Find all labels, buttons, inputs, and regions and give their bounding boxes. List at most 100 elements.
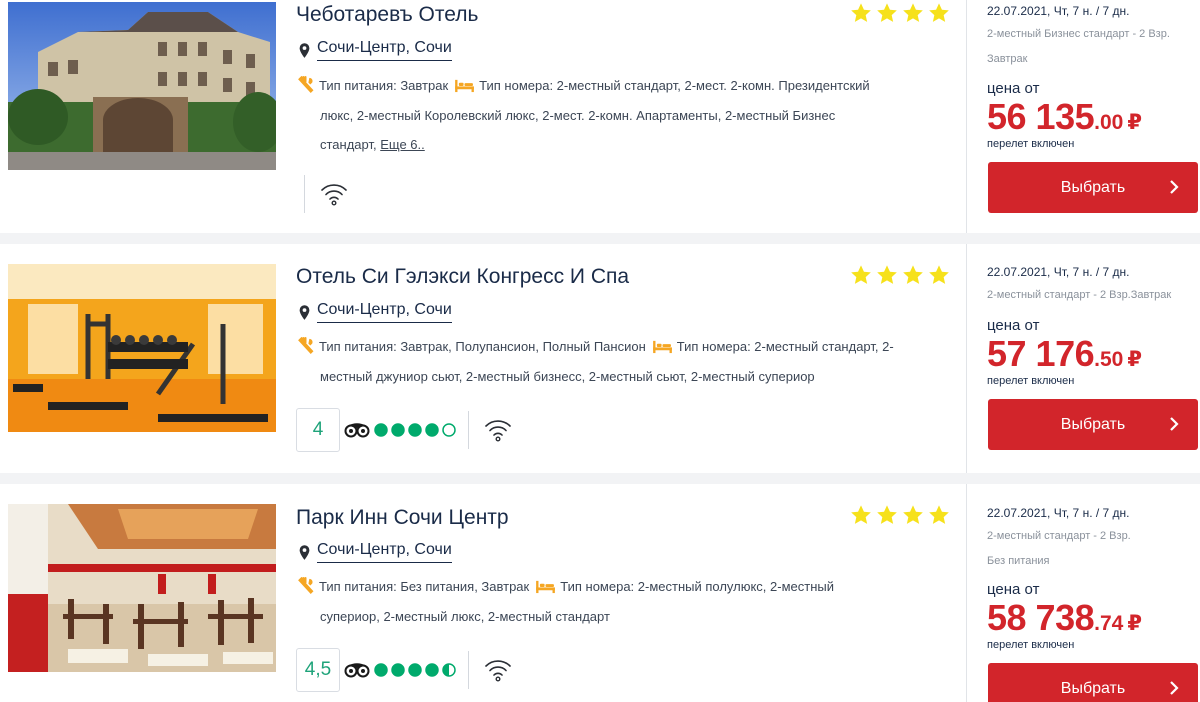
star-icon <box>928 264 950 286</box>
select-button-label: Выбрать <box>1060 178 1126 196</box>
room-type-list: Тип номера: 2-местный полулюкс, 2-местны… <box>560 579 834 594</box>
hotel-location[interactable]: Сочи-Центр, Сочи <box>298 301 452 323</box>
tour-date: 22.07.2021, Чт, 7 н. / 7 дн. <box>987 506 1130 520</box>
room-type-list-cont: местный джуниор сьют, 2-местный бизнесс,… <box>320 368 815 384</box>
room-type-list-cont: супериор, 2-местный люкс, 2-местный стан… <box>320 608 610 624</box>
star-icon <box>928 2 950 24</box>
meal-type: Тип питания: Завтрак, Полупансион, Полны… <box>319 339 646 354</box>
hotel-name[interactable]: Чеботаревъ Отель <box>296 3 478 27</box>
room-type-list: Тип номера: 2-местный стандарт, 2-мест. … <box>479 78 870 93</box>
rating-bubble <box>391 663 405 677</box>
location-pin-icon <box>298 42 311 59</box>
star-icon <box>850 504 872 526</box>
hotel-card: Парк Инн Сочи Центр Сочи-Центр, Сочи Тип… <box>0 484 1200 702</box>
select-button-label: Выбрать <box>1060 679 1126 697</box>
hotel-name[interactable]: Отель Си Гэлэкси Конгресс И Спа <box>296 265 629 289</box>
rating-bubble <box>374 423 388 437</box>
hotel-photo[interactable] <box>8 504 276 672</box>
price-cents: .00 <box>1094 111 1124 134</box>
star-icon <box>850 2 872 24</box>
rating-bubble <box>425 663 439 677</box>
meal-short: Без питания <box>987 555 1050 567</box>
price-cents: .74 <box>1094 612 1124 635</box>
price: 56 135.00 ₽ <box>987 96 1142 138</box>
star-rating <box>850 2 950 24</box>
rating-bubble <box>442 663 456 677</box>
select-button[interactable]: Выбрать <box>988 399 1198 450</box>
select-button[interactable]: Выбрать <box>988 162 1198 213</box>
chevron-right-icon <box>1166 680 1182 696</box>
meal-type: Тип питания: Без питания, Завтрак <box>319 579 530 594</box>
room-type-list-cont: люкс, 2-местный Королевский люкс, 2-мест… <box>320 107 836 123</box>
amenities-bar: 4,5 <box>296 648 513 692</box>
amenities-bar: 4 <box>296 408 513 452</box>
rating-bubble <box>408 423 422 437</box>
price: 57 176.50 ₽ <box>987 333 1142 375</box>
price-main: 56 135 <box>987 96 1095 137</box>
star-icon <box>902 2 924 24</box>
rating-bubble <box>391 423 405 437</box>
currency-symbol: ₽ <box>1127 612 1142 635</box>
rating-bubble <box>442 423 456 437</box>
location-text[interactable]: Сочи-Центр, Сочи <box>317 301 452 323</box>
select-button[interactable]: Выбрать <box>988 663 1198 702</box>
rating-bubble <box>425 423 439 437</box>
bed-icon <box>454 78 475 93</box>
currency-symbol: ₽ <box>1127 348 1142 371</box>
tripadvisor-owl-icon <box>344 422 370 438</box>
star-icon <box>850 264 872 286</box>
amenities-bar <box>296 174 349 214</box>
select-button-label: Выбрать <box>1060 415 1126 433</box>
chevron-right-icon <box>1166 416 1182 432</box>
hotel-card: Отель Си Гэлэкси Конгресс И Спа Сочи-Цен… <box>0 244 1200 473</box>
price-panel: 22.07.2021, Чт, 7 н. / 7 дн. 2-местный Б… <box>966 0 1200 233</box>
rating-bubble <box>374 663 388 677</box>
tripadvisor-bubbles <box>374 663 456 677</box>
hotel-details: Тип питания: Завтрак, Полупансион, Полны… <box>298 332 950 391</box>
fork-knife-icon <box>298 76 315 93</box>
star-icon <box>876 264 898 286</box>
location-text[interactable]: Сочи-Центр, Сочи <box>317 39 452 61</box>
fork-knife-icon <box>298 337 315 354</box>
meal-short: Завтрак <box>987 53 1028 65</box>
price-panel: 22.07.2021, Чт, 7 н. / 7 дн. 2-местный с… <box>966 244 1200 473</box>
tripadvisor-owl-icon <box>344 662 370 678</box>
hotel-photo[interactable] <box>8 2 276 170</box>
flight-included: перелет включен <box>987 375 1075 387</box>
price-panel: 22.07.2021, Чт, 7 н. / 7 дн. 2-местный с… <box>966 484 1200 702</box>
location-pin-icon <box>298 544 311 561</box>
room-type: 2-местный стандарт - 2 Взр.Завтрак <box>987 289 1172 301</box>
tour-date: 22.07.2021, Чт, 7 н. / 7 дн. <box>987 4 1130 18</box>
wifi-icon <box>483 655 513 685</box>
location-pin-icon <box>298 304 311 321</box>
star-icon <box>876 504 898 526</box>
flight-included: перелет включен <box>987 639 1075 651</box>
price-from-label: цена от <box>987 581 1040 598</box>
hotel-name[interactable]: Парк Инн Сочи Центр <box>296 506 509 530</box>
price: 58 738.74 ₽ <box>987 597 1142 639</box>
room-type: 2-местный стандарт - 2 Взр. <box>987 530 1131 542</box>
room-type-list: Тип номера: 2-местный стандарт, 2- <box>676 339 894 354</box>
star-icon <box>902 264 924 286</box>
divider <box>304 175 305 213</box>
price-main: 58 738 <box>987 597 1095 638</box>
bed-icon <box>652 339 673 354</box>
hotel-location[interactable]: Сочи-Центр, Сочи <box>298 541 452 563</box>
price-from-label: цена от <box>987 80 1040 97</box>
meal-type: Тип питания: Завтрак <box>319 78 449 93</box>
hotel-details: Тип питания: Без питания, Завтрак Тип ном… <box>298 572 950 631</box>
currency-symbol: ₽ <box>1127 111 1142 134</box>
divider <box>468 411 469 449</box>
chevron-right-icon <box>1166 179 1182 195</box>
star-rating <box>850 264 950 286</box>
tour-date: 22.07.2021, Чт, 7 н. / 7 дн. <box>987 265 1130 279</box>
hotel-location[interactable]: Сочи-Центр, Сочи <box>298 39 452 61</box>
tripadvisor-score: 4 <box>296 408 340 452</box>
price-from-label: цена от <box>987 317 1040 334</box>
wifi-icon <box>319 179 349 209</box>
more-rooms-link[interactable]: Еще 6.. <box>380 137 425 152</box>
location-text[interactable]: Сочи-Центр, Сочи <box>317 541 452 563</box>
hotel-photo[interactable] <box>8 264 276 432</box>
star-icon <box>876 2 898 24</box>
flight-included: перелет включен <box>987 138 1075 150</box>
